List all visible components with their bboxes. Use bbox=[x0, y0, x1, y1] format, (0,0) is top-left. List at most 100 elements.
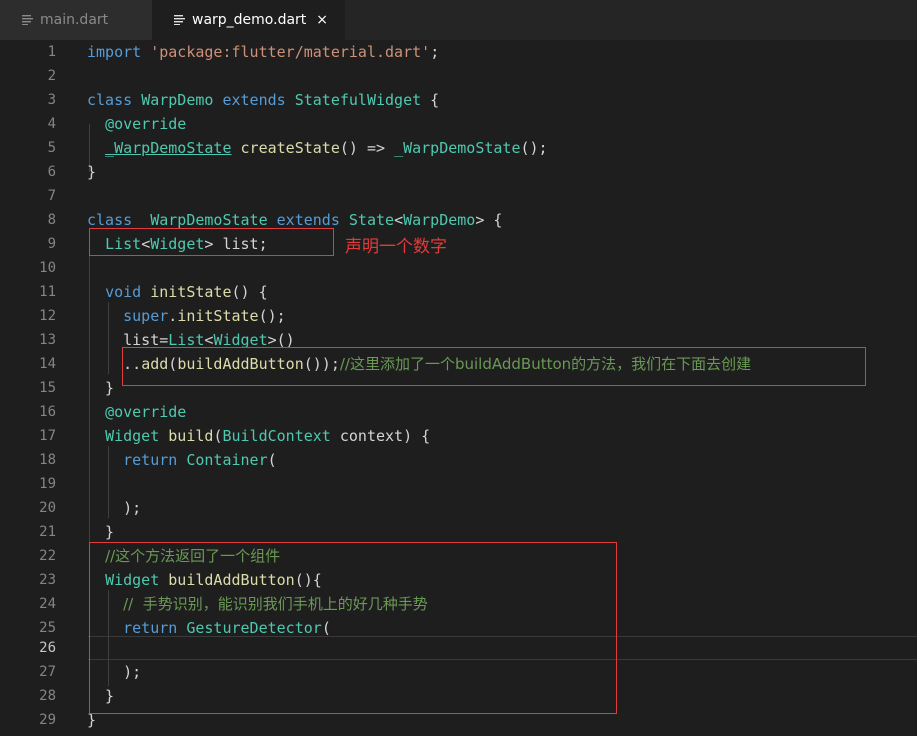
line-number: 23 bbox=[39, 572, 56, 588]
type-name: _WarpDemoState bbox=[394, 139, 521, 157]
annotation-box-list bbox=[89, 228, 334, 256]
annotation-box-method bbox=[89, 542, 617, 714]
function-name: initState bbox=[177, 307, 259, 325]
line-number: 8 bbox=[47, 212, 56, 228]
line-number: 11 bbox=[39, 284, 56, 300]
code-line-5[interactable]: _WarpDemoState createState() => _WarpDem… bbox=[87, 136, 548, 160]
code-line-4[interactable]: @override bbox=[87, 112, 186, 136]
line-number-current: 26 bbox=[39, 640, 56, 656]
annotation: @override bbox=[105, 403, 187, 421]
code-line-21[interactable]: } bbox=[87, 520, 114, 544]
keyword: extends bbox=[276, 211, 340, 229]
code-text: ); bbox=[87, 499, 142, 517]
type-name: State bbox=[348, 211, 395, 229]
type-name: WarpDemo bbox=[141, 91, 214, 109]
code-line-17[interactable]: Widget build(BuildContext context) { bbox=[87, 424, 430, 448]
code-text: (); bbox=[258, 307, 286, 325]
line-number: 2 bbox=[47, 68, 56, 84]
keyword: extends bbox=[222, 91, 286, 109]
code-text: context) { bbox=[330, 427, 431, 445]
type-name: BuildContext bbox=[222, 427, 331, 445]
code-text: . bbox=[168, 307, 178, 325]
code-text: } bbox=[87, 523, 115, 541]
type-name: Container bbox=[186, 451, 268, 469]
tab-main-dart[interactable]: main.dart bbox=[0, 0, 152, 40]
code-line-6[interactable]: } bbox=[87, 160, 96, 184]
line-number: 27 bbox=[39, 664, 56, 680]
annotation-label: 声明一个数字 bbox=[345, 237, 447, 257]
function-name: createState bbox=[240, 139, 340, 157]
code-text: (); bbox=[520, 139, 548, 157]
tab-label: main.dart bbox=[40, 12, 109, 28]
code-line-3[interactable]: class WarpDemo extends StatefulWidget { bbox=[87, 88, 439, 112]
keyword: class bbox=[87, 91, 133, 109]
line-number: 28 bbox=[39, 688, 56, 704]
line-number: 4 bbox=[47, 116, 56, 132]
keyword: class bbox=[87, 211, 133, 229]
keyword: super bbox=[123, 307, 169, 325]
type-name: _WarpDemoState bbox=[105, 139, 232, 157]
type-name: WarpDemoState bbox=[150, 211, 268, 229]
line-number: 12 bbox=[39, 308, 56, 324]
line-number: 18 bbox=[39, 452, 56, 468]
line-number: 19 bbox=[39, 476, 56, 492]
type-name: WarpDemo bbox=[403, 211, 476, 229]
line-number: 16 bbox=[39, 404, 56, 420]
code-line-16[interactable]: @override bbox=[87, 400, 186, 424]
code-text: { bbox=[421, 91, 440, 109]
line-number: 5 bbox=[47, 140, 56, 156]
line-number: 13 bbox=[39, 332, 56, 348]
tab-warp-demo-dart[interactable]: warp_demo.dart × bbox=[152, 0, 345, 40]
code-line-20[interactable]: ); bbox=[87, 496, 141, 520]
keyword: return bbox=[123, 451, 178, 469]
keyword: import bbox=[87, 43, 142, 61]
type-name: Widget bbox=[105, 427, 160, 445]
code-editor[interactable]: 1 2 3 4 5 6 7 8 9 10 11 12 13 14 15 16 1… bbox=[0, 40, 917, 736]
line-number: 20 bbox=[39, 500, 56, 516]
function-name: build bbox=[168, 427, 214, 445]
code-line-15[interactable]: } bbox=[87, 376, 114, 400]
close-icon[interactable]: × bbox=[316, 12, 328, 28]
line-number: 1 bbox=[47, 44, 56, 60]
code-text: } bbox=[87, 379, 115, 397]
line-number: 9 bbox=[47, 236, 56, 252]
line-number: 21 bbox=[39, 524, 56, 540]
code-line-12[interactable]: super.initState(); bbox=[87, 304, 286, 328]
code-line-1[interactable]: import 'package:flutter/material.dart'; bbox=[87, 40, 439, 64]
type-name: StatefulWidget bbox=[294, 91, 422, 109]
string-literal: 'package:flutter/material.dart' bbox=[150, 43, 431, 61]
code-text: > { bbox=[475, 211, 503, 229]
code-text: ( bbox=[267, 451, 277, 469]
code-line-18[interactable]: return Container( bbox=[87, 448, 277, 472]
line-number: 14 bbox=[39, 356, 56, 372]
lines-icon bbox=[22, 15, 33, 25]
code-line-11[interactable]: void initState() { bbox=[87, 280, 268, 304]
annotation: @override bbox=[105, 115, 187, 133]
tab-label: warp_demo.dart bbox=[192, 12, 307, 28]
line-number: 22 bbox=[39, 548, 56, 564]
code-text: } bbox=[87, 163, 97, 181]
lines-icon bbox=[174, 15, 185, 25]
code-text: () { bbox=[231, 283, 268, 301]
line-number: 7 bbox=[47, 188, 56, 204]
line-number: 3 bbox=[47, 92, 56, 108]
line-number: 17 bbox=[39, 428, 56, 444]
keyword: void bbox=[105, 283, 142, 301]
